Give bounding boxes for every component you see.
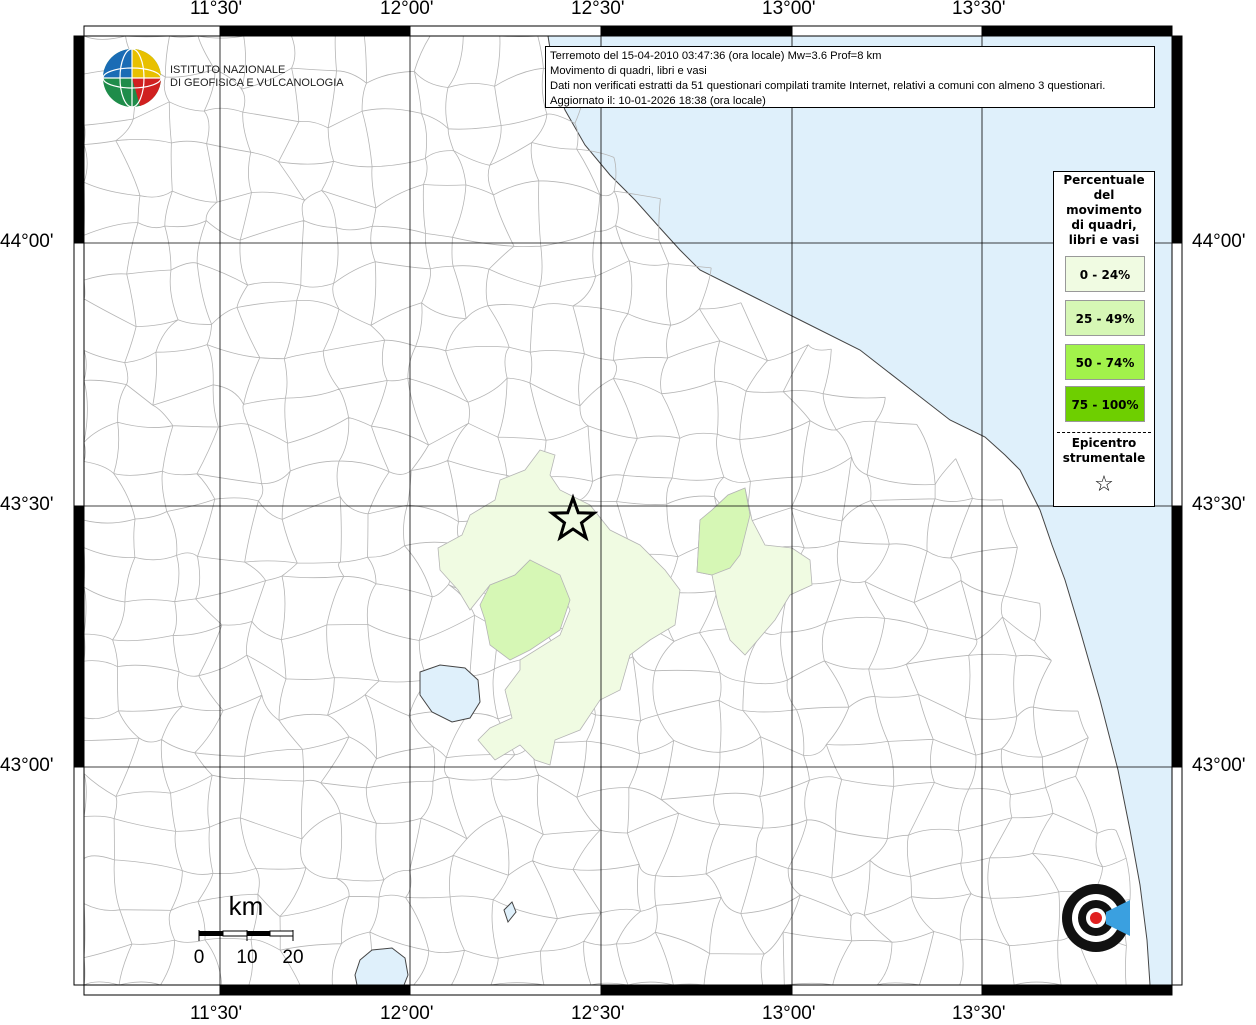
axis-left-label: 43°00': [0, 755, 54, 776]
axis-right-label: 43°00': [1192, 755, 1246, 776]
axis-bottom-label: 13°00': [762, 1003, 816, 1024]
legend-star-icon: ☆: [1094, 472, 1114, 497]
legend-title-line: Percentuale: [1063, 173, 1145, 187]
earthquake-info-box: Terremoto del 15-04-2010 03:47:36 (ora l…: [545, 46, 1155, 108]
ingv-globe-icon: [102, 48, 162, 108]
scale-tick-0: 0: [194, 947, 205, 968]
axis-top-label: 13°30': [952, 0, 1006, 19]
legend-class-1: 25 - 49%: [1065, 300, 1145, 336]
scale-tick-20: 20: [282, 947, 303, 968]
axis-bottom-label: 11°30': [190, 1003, 243, 1024]
legend-separator: [1057, 432, 1151, 433]
map-canvas: km 0 10 20: [73, 25, 1183, 996]
legend-class-0: 0 - 24%: [1065, 256, 1145, 292]
legend-epicenter-label: Epicentro strumentale: [1054, 436, 1154, 466]
axis-bottom-label: 12°30': [571, 1003, 625, 1024]
axis-top-label: 13°00': [762, 0, 816, 19]
axis-right-label: 43°30': [1192, 494, 1246, 515]
hsit-logo-icon: [1062, 884, 1130, 952]
legend-title-line: libri e vasi: [1068, 233, 1140, 247]
info-updated-line: Aggiornato il: 10-01-2026 18:38 (ora loc…: [550, 95, 766, 107]
ingv-logo-line2: DI GEOFISICA E VULCANOLOGIA: [170, 77, 344, 89]
info-earthquake-line: Terremoto del 15-04-2010 03:47:36 (ora l…: [550, 50, 882, 62]
axis-bottom-label: 13°30': [952, 1003, 1006, 1024]
legend-title-line: movimento: [1066, 203, 1142, 217]
axis-left-label: 44°00': [0, 231, 54, 252]
lake-trasimeno: [419, 664, 481, 723]
legend-epicenter-line: strumentale: [1062, 451, 1146, 465]
axis-top-label: 11°30': [190, 0, 243, 19]
axis-right-label: 44°00': [1192, 231, 1246, 252]
info-data-line: Dati non verificati estratti da 51 quest…: [550, 80, 1106, 92]
legend: Percentuale del movimento di quadri, lib…: [1053, 171, 1155, 507]
lake-tiny: [503, 901, 517, 924]
legend-title-line: di quadri,: [1071, 218, 1137, 232]
legend-title: Percentuale del movimento di quadri, lib…: [1054, 173, 1154, 248]
ingv-logo: ISTITUTO NAZIONALE DI GEOFISICA E VULCAN…: [170, 64, 344, 90]
legend-class-3: 75 - 100%: [1065, 386, 1145, 422]
scale-tick-10: 10: [236, 947, 257, 968]
legend-class-2: 50 - 74%: [1065, 344, 1145, 380]
axis-top-label: 12°00': [380, 0, 434, 19]
legend-title-line: del: [1093, 188, 1115, 202]
lake-small-south: [354, 947, 409, 991]
info-effect-line: Movimento di quadri, libri e vasi: [550, 65, 707, 77]
axis-left-label: 43°30': [0, 494, 54, 515]
axis-top-label: 12°30': [571, 0, 625, 19]
axis-bottom-label: 12°00': [380, 1003, 434, 1024]
legend-epicenter-line: Epicentro: [1071, 436, 1137, 450]
ingv-logo-line1: ISTITUTO NAZIONALE: [170, 64, 286, 76]
scale-unit: km: [229, 891, 264, 921]
